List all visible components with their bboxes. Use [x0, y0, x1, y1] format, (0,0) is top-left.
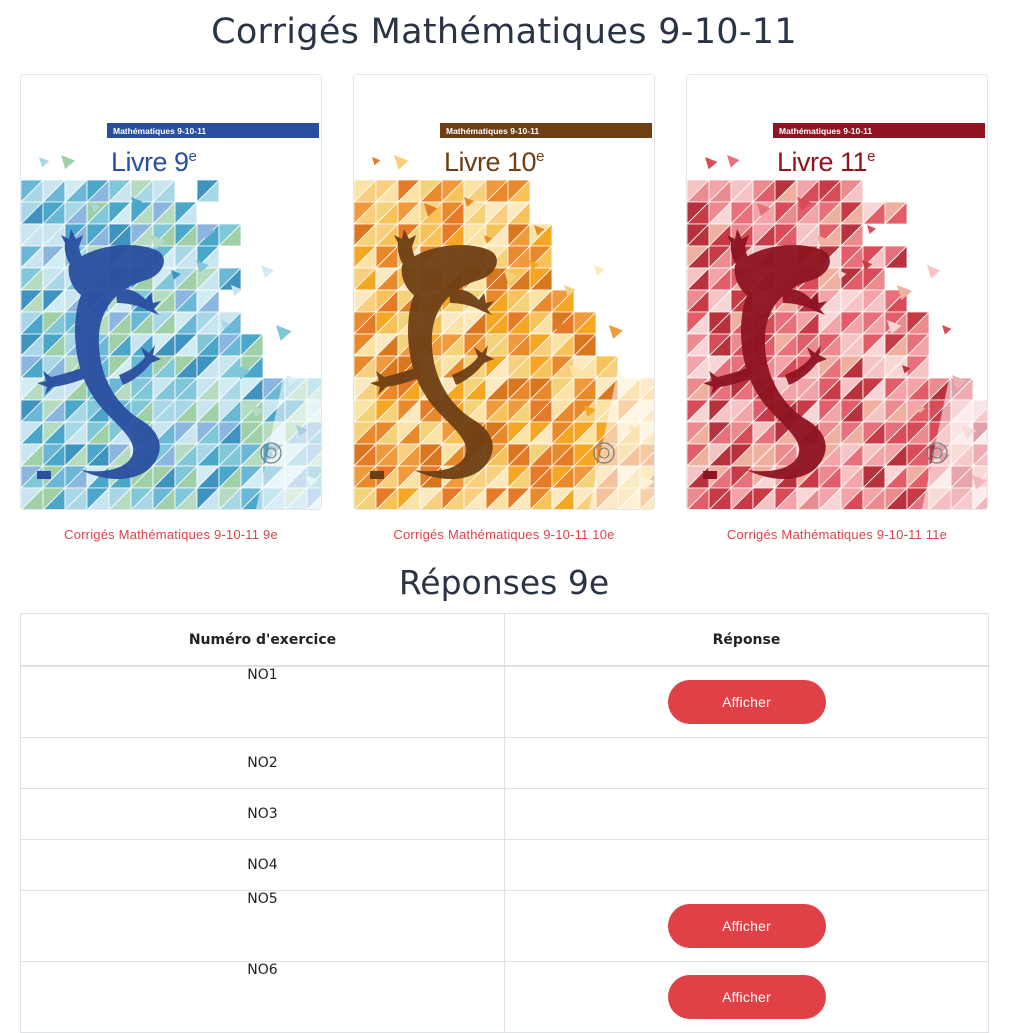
- table-header-row: Numéro d'exercice Réponse: [20, 613, 989, 667]
- book-10: Mathématiques 9-10-11 Livre 10e Corrigés …: [353, 74, 655, 542]
- show-answer-button[interactable]: Afficher: [667, 904, 826, 948]
- exercise-number: NO4: [20, 839, 505, 891]
- header-exercise-number: Numéro d'exercice: [20, 613, 505, 667]
- exercise-number: NO2: [20, 737, 505, 789]
- show-answer-button[interactable]: Afficher: [667, 975, 826, 1019]
- publisher-badge: [37, 471, 51, 479]
- exercise-number: NO6: [20, 961, 505, 1033]
- exercise-number: NO1: [20, 665, 505, 738]
- series-label: Mathématiques 9-10-11: [446, 126, 539, 136]
- exercise-number: NO5: [20, 890, 505, 962]
- table-row: NO6 Afficher: [20, 961, 989, 1033]
- book-link-9[interactable]: Corrigés Mathématiques 9-10-11 9e: [20, 527, 322, 542]
- book-link-10[interactable]: Corrigés Mathématiques 9-10-11 10e: [353, 527, 655, 542]
- book-cover-card[interactable]: Mathématiques 9-10-11 Livre 11e: [686, 74, 988, 510]
- answer-cell: Afficher: [504, 961, 989, 1033]
- page-title: Corrigés Mathématiques 9-10-11: [211, 12, 797, 52]
- book-link-11[interactable]: Corrigés Mathématiques 9-10-11 11e: [686, 527, 988, 542]
- cover-title: Livre 11e: [777, 147, 875, 177]
- book-cover-10[interactable]: Mathématiques 9-10-11 Livre 10e: [354, 75, 654, 509]
- exercise-number: NO3: [20, 788, 505, 840]
- table-row: NO3: [20, 788, 989, 840]
- book-11: Mathématiques 9-10-11 Livre 11e Corrigés …: [686, 74, 988, 542]
- answer-cell: Afficher: [504, 665, 989, 738]
- answer-cell: [504, 737, 989, 789]
- answers-body: NO1 Afficher NO2 NO3 NO4 NO5 Afficher NO6 Affich…: [20, 665, 989, 1033]
- publisher-badge: [370, 471, 384, 479]
- show-answer-button[interactable]: Afficher: [667, 680, 826, 724]
- book-9: Mathématiques 9-10-11 Livre 9e Corrigés M…: [20, 74, 322, 542]
- cover-title: Livre 9e: [111, 147, 197, 177]
- cover-title: Livre 10e: [444, 147, 544, 177]
- book-cover-9[interactable]: Mathématiques 9-10-11 Livre 9e: [21, 75, 321, 509]
- table-row: NO5 Afficher: [20, 890, 989, 962]
- answer-cell: Afficher: [504, 890, 989, 962]
- table-row: NO1 Afficher: [20, 665, 989, 738]
- answer-cell: [504, 788, 989, 840]
- table-row: NO2: [20, 737, 989, 789]
- series-label: Mathématiques 9-10-11: [113, 126, 206, 136]
- publisher-badge: [703, 471, 717, 479]
- book-cover-card[interactable]: Mathématiques 9-10-11 Livre 10e: [353, 74, 655, 510]
- series-label: Mathématiques 9-10-11: [779, 126, 872, 136]
- answers-title: Réponses 9e: [398, 563, 610, 602]
- book-cover-11[interactable]: Mathématiques 9-10-11 Livre 11e: [687, 75, 987, 509]
- header-answer: Réponse: [504, 613, 989, 667]
- book-gallery: Mathématiques 9-10-11 Livre 9e Corrigés M…: [20, 74, 990, 554]
- table-row: NO4: [20, 839, 989, 891]
- book-cover-card[interactable]: Mathématiques 9-10-11 Livre 9e: [20, 74, 322, 510]
- answers-table: Numéro d'exercice Réponse NO1 Afficher NO2…: [20, 613, 989, 1033]
- answer-cell: [504, 839, 989, 891]
